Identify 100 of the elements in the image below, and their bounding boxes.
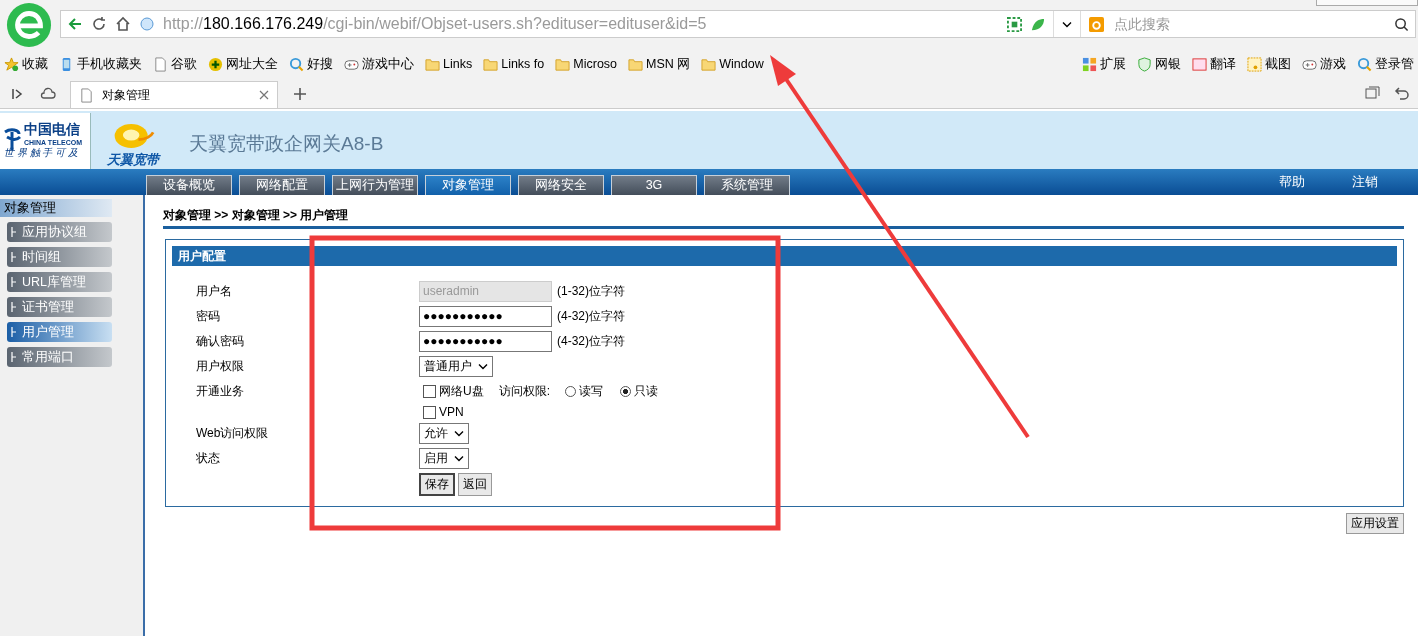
text-field[interactable]: ●●●●●●●●●●●: [419, 306, 552, 327]
bookmark-item[interactable]: 游戏中心: [344, 55, 414, 73]
sidebar-item[interactable]: 常用端口: [7, 347, 112, 367]
bookmark-item[interactable]: 收藏: [4, 55, 48, 73]
bookmark-item[interactable]: 网址大全: [208, 55, 278, 73]
plus-icon: [208, 56, 223, 72]
page-icon: [79, 87, 94, 103]
qr-code-icon[interactable]: [1007, 16, 1022, 32]
radio-button[interactable]: [565, 386, 576, 397]
sidebar-title[interactable]: 对象管理: [0, 199, 112, 217]
nav-tab[interactable]: 设备概览: [146, 175, 232, 195]
search-icon: [289, 56, 304, 72]
folder-icon: [483, 56, 499, 72]
field-label: 用户权限: [196, 358, 245, 375]
bookmark-item[interactable]: MSN 网: [628, 55, 691, 73]
field-label: Web访问权限: [196, 425, 270, 442]
star-icon: [4, 56, 19, 72]
nav-tab[interactable]: 3G: [611, 175, 697, 195]
branch-icon: [11, 327, 17, 337]
folder-icon: [555, 56, 571, 72]
radio-label: 只读: [634, 383, 658, 400]
branch-icon: [11, 352, 17, 362]
nav-tab[interactable]: 网络安全: [518, 175, 604, 195]
product-name: 天翼宽带: [107, 151, 160, 169]
toolbar-item[interactable]: 游戏: [1302, 55, 1346, 73]
url-text: http://180.166.176.249/cgi-bin/webif/Objset-users.sh?edituser=edituser&id=5: [163, 15, 708, 33]
folder-icon: [701, 56, 717, 72]
field-label: 用户名: [196, 283, 233, 300]
dropdown[interactable]: 普通用户: [419, 356, 493, 377]
leaf-icon[interactable]: [1030, 16, 1045, 32]
branch-icon: [11, 252, 17, 262]
bookmark-item[interactable]: Window: [701, 56, 764, 72]
shield-icon: [1137, 56, 1152, 72]
grid-icon: [1082, 56, 1097, 72]
close-icon[interactable]: [259, 90, 269, 100]
scissors-icon: [1247, 56, 1262, 72]
undo-icon[interactable]: [1394, 86, 1410, 102]
nav-link[interactable]: 注销: [1352, 173, 1378, 191]
caret-icon: [454, 455, 464, 462]
apply-button[interactable]: 应用设置: [1346, 513, 1404, 534]
cloud-icon[interactable]: [40, 86, 56, 102]
radio-button[interactable]: [620, 386, 631, 397]
bookmark-item[interactable]: 手机收藏夹: [59, 55, 142, 73]
field-hint: (1-32)位字符: [557, 283, 625, 300]
translate-icon: [1192, 56, 1207, 72]
caret-icon: [454, 430, 464, 437]
form-button[interactable]: 返回: [458, 473, 492, 496]
breadcrumb: 对象管理 >> 对象管理 >> 用户管理: [163, 207, 1404, 229]
back-icon[interactable]: [67, 16, 83, 32]
globe-icon: [139, 16, 155, 32]
toolbar-item[interactable]: 扩展: [1082, 55, 1126, 73]
field-label: 开通业务: [196, 383, 245, 400]
sidebar-item[interactable]: 证书管理: [7, 297, 112, 317]
radio-label: 读写: [579, 383, 603, 400]
checkbox-label: 网络U盘: [439, 383, 484, 400]
bookmark-item[interactable]: 好搜: [289, 55, 333, 73]
folder-icon: [628, 56, 644, 72]
brand-slogan: 世 界 触 手 可 及: [4, 145, 79, 160]
bookmark-item[interactable]: Microso: [555, 56, 618, 72]
toolbar-item[interactable]: 登录管: [1357, 55, 1414, 73]
nav-tab[interactable]: 网络配置: [239, 175, 325, 195]
nav-tab[interactable]: 上网行为管理: [332, 175, 418, 195]
bookmark-item[interactable]: 谷歌: [153, 55, 197, 73]
field-hint: (4-32)位字符: [557, 333, 625, 350]
dropdown[interactable]: 允许: [419, 423, 469, 444]
checkbox-label: VPN: [439, 405, 464, 419]
panel-title: 用户配置: [172, 246, 1397, 266]
toolbar-item[interactable]: 网银: [1137, 55, 1181, 73]
field-label: 状态: [196, 450, 221, 467]
checkbox[interactable]: [423, 385, 436, 398]
home-icon[interactable]: [115, 16, 131, 32]
browser-tab[interactable]: 对象管理: [70, 81, 278, 108]
text-field[interactable]: ●●●●●●●●●●●: [419, 331, 552, 352]
bookmark-item[interactable]: Links: [425, 56, 473, 72]
branch-icon: [11, 227, 17, 237]
page-icon: [153, 56, 168, 72]
access-label: 访问权限:: [498, 383, 550, 400]
address-bar[interactable]: http://180.166.176.249/cgi-bin/webif/Objset-users.sh?edituser=edituser&id=5 点此搜索: [60, 10, 1416, 38]
dropdown[interactable]: 启用: [419, 448, 469, 469]
bookmark-item[interactable]: Links fo: [483, 56, 545, 72]
branch-icon: [11, 302, 17, 312]
field-label: 确认密码: [196, 333, 245, 350]
nav-tab[interactable]: 对象管理: [425, 175, 511, 195]
checkbox[interactable]: [423, 405, 436, 419]
sidebar-item[interactable]: 时间组: [7, 247, 112, 267]
field-label: 密码: [196, 308, 221, 325]
reload-icon[interactable]: [91, 16, 107, 32]
site-title: 天翼宽带政企网关A8-B: [189, 132, 384, 156]
search-icon: [1357, 56, 1372, 72]
nav-link[interactable]: 帮助: [1279, 173, 1305, 191]
form-button[interactable]: 保存: [419, 473, 455, 496]
toolbar-item[interactable]: 翻译: [1192, 55, 1236, 73]
new-tab-icon[interactable]: [292, 86, 308, 102]
caret-icon: [1062, 20, 1072, 28]
search-icon[interactable]: [1394, 16, 1409, 32]
toolbar-item[interactable]: 截图: [1247, 55, 1291, 73]
nav-tab[interactable]: 系统管理: [704, 175, 790, 195]
branch-icon: [11, 277, 17, 287]
field-hint: (4-32)位字符: [557, 308, 625, 325]
caret-icon: [478, 363, 488, 370]
